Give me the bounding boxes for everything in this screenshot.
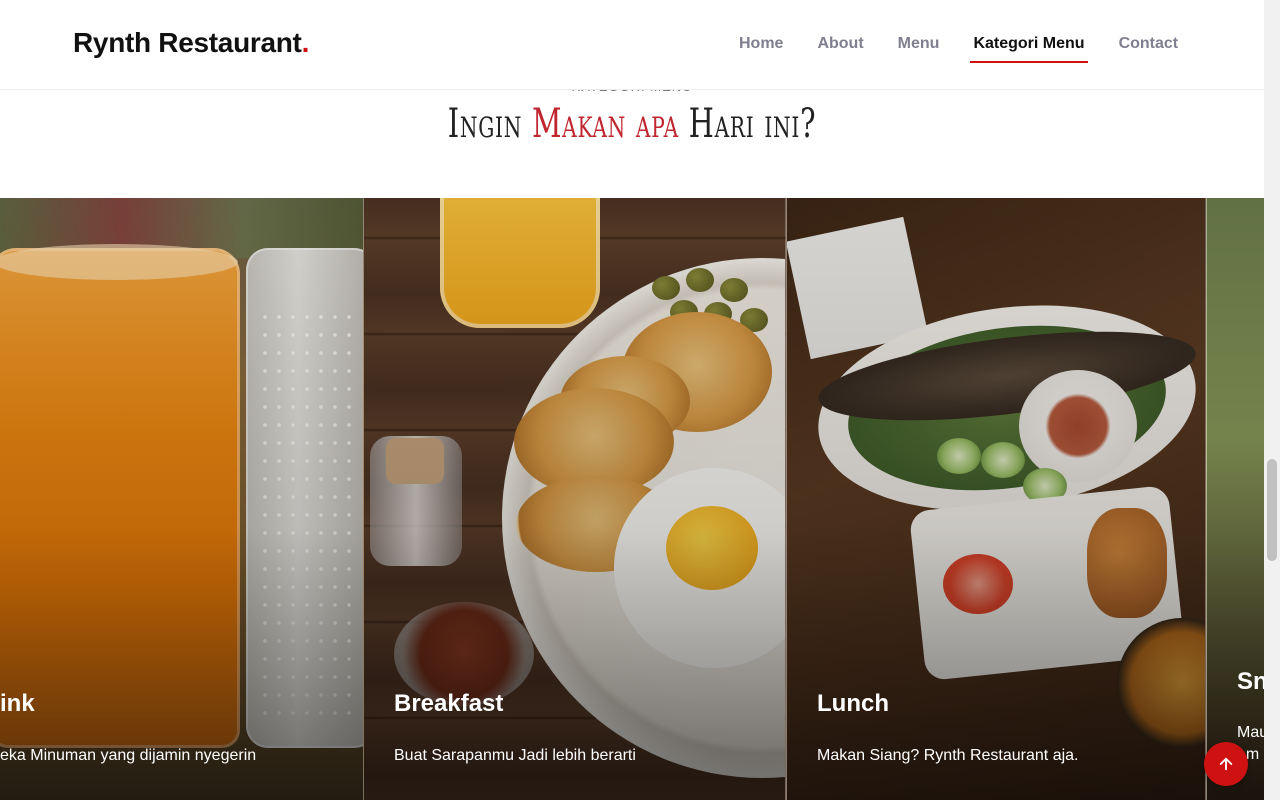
card-title: Breakfast — [394, 690, 504, 717]
logo[interactable]: Rynth Restaurant. — [73, 27, 309, 59]
nav-item-home[interactable]: Home — [739, 35, 783, 60]
scrollbar-thumb[interactable] — [1267, 459, 1277, 561]
card-breakfast[interactable]: Breakfast Buat Sarapanmu Jadi lebih bera… — [364, 198, 786, 800]
arrow-up-icon — [1219, 757, 1233, 771]
logo-text: Rynth Restaurant — [73, 27, 302, 58]
card-shade — [0, 198, 363, 800]
card-title: ink — [0, 690, 35, 717]
site-header: Rynth Restaurant. Home About Menu Katego… — [0, 0, 1264, 90]
page: KATEGORI MENU Ingin Makan apa Hari ini? … — [0, 0, 1264, 800]
title-part-1: Ingin — [447, 101, 532, 147]
card-title: Sn — [1237, 668, 1264, 695]
nav-item-kategori-menu[interactable]: Kategori Menu — [970, 35, 1088, 63]
title-accent: Makan apa — [531, 101, 679, 147]
card-drink[interactable]: ink eka Minuman yang dijamin nyegerin — [0, 198, 364, 800]
card-shade — [1207, 198, 1264, 800]
nav-item-contact[interactable]: Contact — [1119, 35, 1179, 60]
back-to-top-button[interactable] — [1204, 742, 1248, 786]
nav-item-menu[interactable]: Menu — [898, 35, 940, 60]
card-title: Lunch — [817, 690, 889, 717]
nav-item-about[interactable]: About — [817, 35, 863, 60]
category-cards: ink eka Minuman yang dijamin nyegerin Br… — [0, 198, 1264, 800]
main-nav: Home About Menu Kategori Menu Contact — [739, 35, 1212, 63]
card-description: Makan Siang? Rynth Restaurant aja. — [817, 747, 1079, 764]
title-part-2: Hari ini? — [678, 101, 817, 147]
page-scrollbar[interactable] — [1264, 0, 1280, 800]
logo-dot: . — [301, 27, 310, 58]
card-lunch[interactable]: Lunch Makan Siang? Rynth Restaurant aja. — [786, 198, 1206, 800]
card-description: eka Minuman yang dijamin nyegerin — [0, 747, 257, 764]
card-description: Buat Sarapanmu Jadi lebih berarti — [394, 747, 636, 764]
section-title: Ingin Makan apa Hari ini? — [177, 94, 1087, 154]
card-snack[interactable]: Sn Mau am — [1206, 198, 1264, 800]
